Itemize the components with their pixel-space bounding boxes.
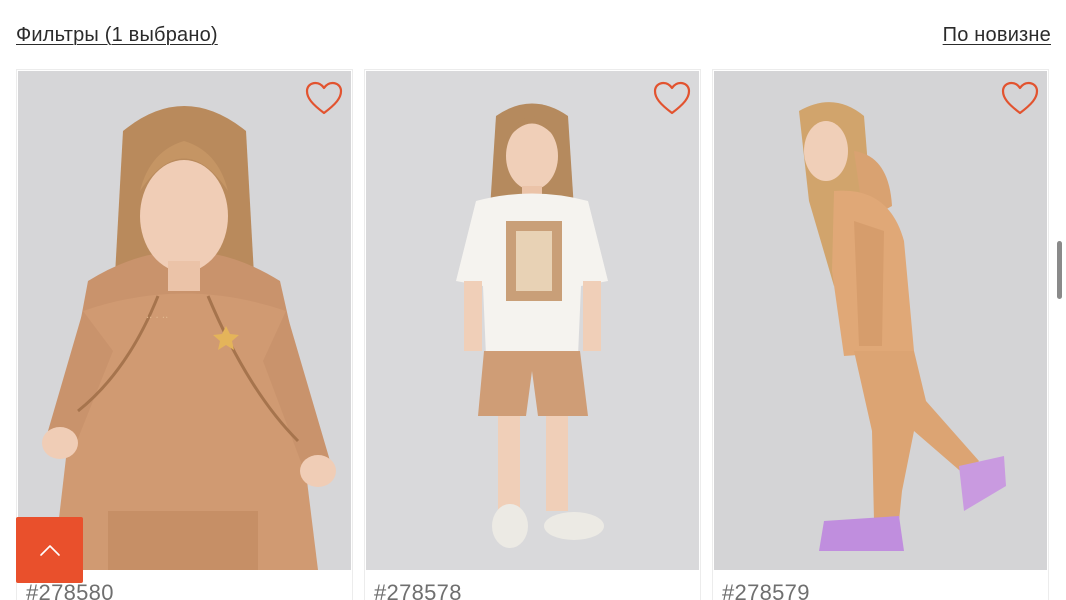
product-photo-illustration [714, 71, 1047, 570]
product-photo-illustration: ·· · ·· [18, 71, 351, 570]
product-sku[interactable]: #278579 [722, 580, 810, 600]
page-scrollbar-thumb[interactable] [1057, 241, 1062, 299]
scroll-to-top-button[interactable] [16, 517, 83, 583]
product-photo[interactable] [366, 71, 699, 570]
svg-text:·· · ··: ·· · ·· [146, 313, 168, 324]
add-to-favorites-button[interactable] [650, 78, 694, 118]
sort-link[interactable]: По новизне [943, 24, 1051, 47]
product-sku[interactable]: #278578 [374, 580, 462, 600]
heart-outline-icon [653, 81, 691, 115]
product-card[interactable]: #278579 [712, 69, 1049, 600]
product-grid: ·· · ·· #278580 #278578 #278579 [16, 69, 1049, 600]
filters-link[interactable]: Фильтры (1 выбрано) [16, 24, 218, 47]
product-photo[interactable]: ·· · ·· [18, 71, 351, 570]
chevron-up-icon [39, 545, 60, 556]
product-photo[interactable] [714, 71, 1047, 570]
product-photo-illustration [366, 71, 699, 570]
catalog-page: Фильтры (1 выбрано) По новизне ·· · ·· #… [0, 0, 1066, 600]
product-sku[interactable]: #278580 [26, 580, 114, 600]
add-to-favorites-button[interactable] [998, 78, 1042, 118]
catalog-toolbar: Фильтры (1 выбрано) По новизне [16, 20, 1051, 50]
heart-outline-icon [1001, 81, 1039, 115]
heart-outline-icon [305, 81, 343, 115]
add-to-favorites-button[interactable] [302, 78, 346, 118]
product-card[interactable]: #278578 [364, 69, 701, 600]
